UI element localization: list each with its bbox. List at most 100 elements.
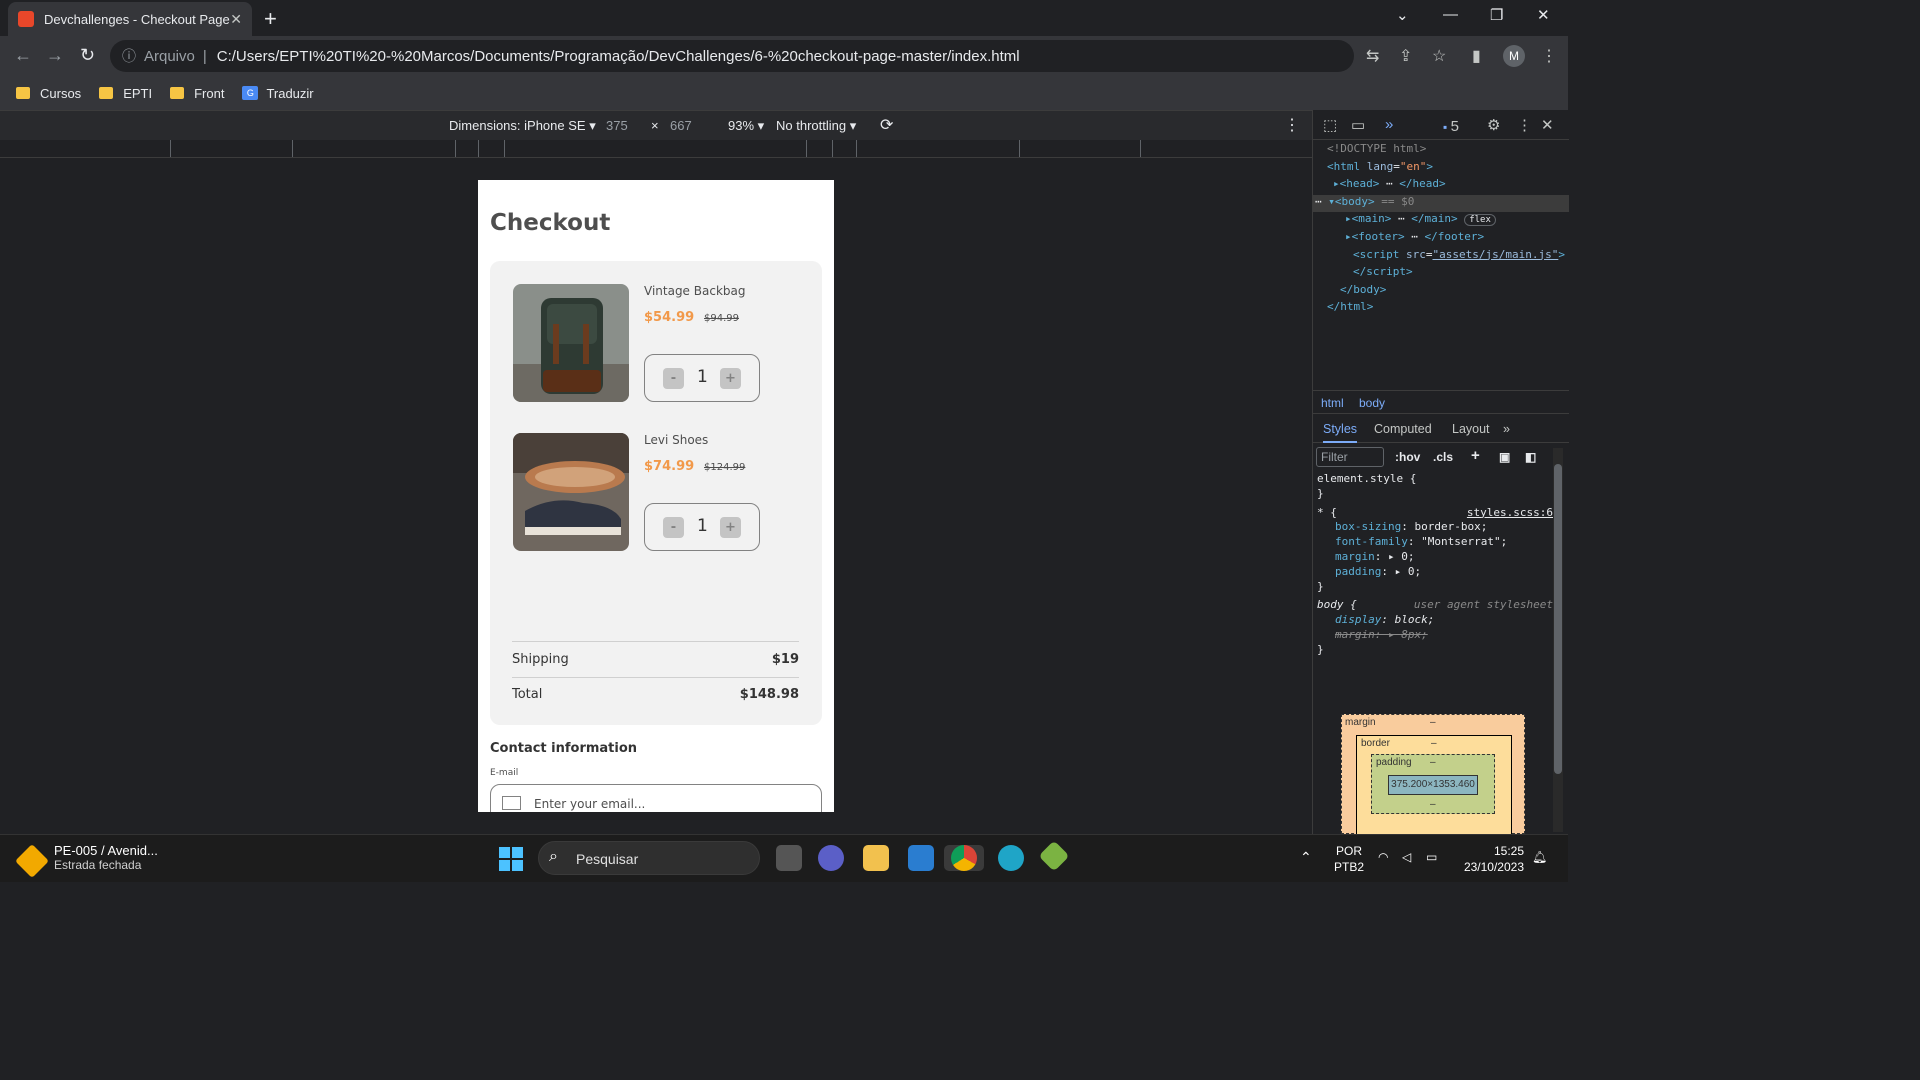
increase-button[interactable]: +	[720, 368, 741, 389]
rule-source-link[interactable]: styles.scss:6	[1467, 506, 1553, 519]
styles-scrollbar[interactable]	[1553, 448, 1563, 832]
weather-widget[interactable]: PE-005 / Avenid... Estrada fechada	[15, 843, 158, 878]
selected-body-node[interactable]: ⋯ ▾<body> == $0	[1313, 194, 1569, 213]
devtools-menu-icon[interactable]: ⋮	[1517, 116, 1532, 134]
taskbar-search[interactable]: ⌕ Pesquisar	[538, 841, 760, 875]
browser-toolbar: ← → ↻ ⓘ Arquivo | C:/Users/EPTI%20TI%20-…	[0, 36, 1568, 76]
hov-toggle[interactable]: :hov	[1395, 450, 1420, 464]
dimensions-select[interactable]: Dimensions: iPhone SE ▾	[449, 118, 596, 134]
crumb-body[interactable]: body	[1359, 396, 1385, 410]
bookmark-label: EPTI	[123, 85, 153, 101]
wifi-icon[interactable]: ◠	[1378, 849, 1388, 865]
box-padding-label: padding	[1376, 757, 1412, 768]
vscode-icon[interactable]	[908, 845, 934, 871]
share-icon[interactable]: ⇪	[1399, 46, 1412, 66]
browser-tab[interactable]: Devchallenges - Checkout Page ✕	[8, 2, 252, 36]
clock[interactable]: 15:25 23/10/2023	[1458, 843, 1524, 875]
tab-strip: Devchallenges - Checkout Page ✕ + ⌄ — ❐ …	[0, 0, 1568, 36]
minimize-button[interactable]: —	[1443, 6, 1458, 23]
decrease-button[interactable]: -	[663, 368, 684, 389]
url-text[interactable]: C:/Users/EPTI%20TI%20-%20Marcos/Document…	[217, 48, 1020, 65]
restore-button[interactable]: ❐	[1490, 6, 1503, 24]
bookmark-cursos[interactable]: Cursos	[16, 86, 81, 101]
address-bar[interactable]: ⓘ Arquivo | C:/Users/EPTI%20TI%20-%20Mar…	[110, 40, 1354, 72]
tab-title: Devchallenges - Checkout Page	[44, 11, 230, 27]
paint-icon[interactable]: ▣	[1499, 450, 1510, 464]
bookmarks-bar: Cursos EPTI Front G Traduzir	[0, 76, 1568, 110]
elements-tree: <!DOCTYPE html> <html lang="en"> ▸<head>…	[1313, 142, 1569, 318]
tab-close-icon[interactable]: ✕	[230, 11, 242, 28]
task-view-icon[interactable]	[776, 845, 802, 871]
bookmark-epti[interactable]: EPTI	[99, 86, 152, 101]
more-panels-icon[interactable]: »	[1503, 422, 1510, 436]
battery-icon[interactable]: ▭	[1426, 849, 1437, 865]
sidebar-toggle-icon[interactable]: ◧	[1525, 450, 1536, 464]
new-tab-button[interactable]: +	[264, 6, 277, 32]
add-rule-icon[interactable]: +	[1471, 447, 1480, 464]
cls-toggle[interactable]: .cls	[1433, 450, 1453, 464]
total-value: $148.98	[739, 687, 799, 702]
folder-icon	[16, 87, 30, 99]
total-label: Total	[512, 687, 543, 702]
times-sign: ×	[651, 118, 659, 133]
decrease-button[interactable]: -	[663, 517, 684, 538]
height-input[interactable]: 667	[670, 118, 692, 133]
menu-icon[interactable]: ⋮	[1541, 46, 1557, 66]
weather-title: PE-005 / Avenid...	[54, 843, 158, 858]
filter-input[interactable]: Filter	[1316, 447, 1384, 467]
inspect-icon[interactable]: ⬚	[1323, 116, 1337, 134]
tab-styles[interactable]: Styles	[1323, 422, 1358, 443]
forward-icon[interactable]: →	[46, 45, 64, 66]
backpack-image	[513, 284, 629, 402]
edge-icon[interactable]	[998, 845, 1024, 871]
tab-layout[interactable]: Layout	[1452, 422, 1490, 436]
device-toggle-icon[interactable]: ▭	[1351, 116, 1365, 134]
more-options-icon[interactable]: ⋮	[1284, 115, 1300, 135]
devtools-toolbar: ⬚ ▭ » ▪ 5 ⚙ ⋮ ✕	[1313, 110, 1569, 140]
language-indicator[interactable]: POR PTB2	[1334, 843, 1364, 875]
more-tabs-icon[interactable]: »	[1385, 116, 1393, 133]
start-button[interactable]	[499, 847, 523, 871]
breadcrumb: html body	[1313, 390, 1569, 414]
box-padding-bottom: –	[1430, 799, 1436, 810]
bookmark-front[interactable]: Front	[170, 86, 224, 101]
shoes-image	[513, 433, 629, 551]
star-icon[interactable]: ☆	[1432, 46, 1446, 66]
bookmark-traduzir[interactable]: G Traduzir	[242, 86, 314, 101]
teams-icon[interactable]	[818, 845, 844, 871]
throttling-select[interactable]: No throttling ▾	[776, 118, 856, 134]
volume-icon[interactable]: ◁	[1402, 849, 1411, 865]
settings-icon[interactable]: ⚙	[1487, 116, 1500, 134]
tab-computed[interactable]: Computed	[1374, 422, 1432, 436]
width-input[interactable]: 375	[606, 118, 628, 133]
email-field[interactable]: Enter your email...	[490, 784, 822, 812]
box-border: border – padding – 375.200×1353.460 –	[1356, 735, 1512, 835]
avatar[interactable]: M	[1503, 45, 1525, 67]
side-panel-icon[interactable]: ▮	[1472, 46, 1481, 66]
issues-badge[interactable]: ▪ 5	[1443, 118, 1459, 135]
email-label: E-mail	[490, 768, 519, 778]
notification-icon[interactable]: 🔔︎	[1532, 849, 1547, 865]
file-explorer-icon[interactable]	[863, 845, 889, 871]
checkout-page: Checkout Vintage Backbag $54.99 $94.99 -…	[478, 180, 834, 812]
styles-tabs: Styles Computed Layout »	[1313, 415, 1569, 443]
rotate-icon[interactable]: ⟳	[880, 115, 893, 135]
info-icon[interactable]: ⓘ	[122, 46, 136, 66]
tray-overflow-icon[interactable]: ⌃	[1300, 849, 1312, 865]
back-icon[interactable]: ←	[14, 45, 32, 66]
devtools-close-icon[interactable]: ✕	[1541, 116, 1554, 134]
reload-icon[interactable]: ↻	[80, 45, 95, 66]
increase-button[interactable]: +	[720, 517, 741, 538]
folder-icon	[170, 87, 185, 99]
close-window-button[interactable]: ✕	[1537, 6, 1550, 24]
product-old-price: $94.99	[704, 313, 739, 324]
tab-search-icon[interactable]: ⌄	[1396, 6, 1409, 24]
crumb-html[interactable]: html	[1321, 396, 1344, 410]
app-icon[interactable]	[1038, 840, 1070, 872]
translate-icon[interactable]: ⇆	[1366, 46, 1379, 66]
zoom-select[interactable]: 93% ▾	[728, 118, 764, 134]
product-price: $74.99	[644, 459, 695, 474]
dimensions-label: Dimensions: iPhone SE	[449, 118, 586, 133]
chrome-active-slot[interactable]	[944, 845, 984, 871]
ua-stylesheet-label: user agent stylesheet	[1413, 598, 1553, 612]
